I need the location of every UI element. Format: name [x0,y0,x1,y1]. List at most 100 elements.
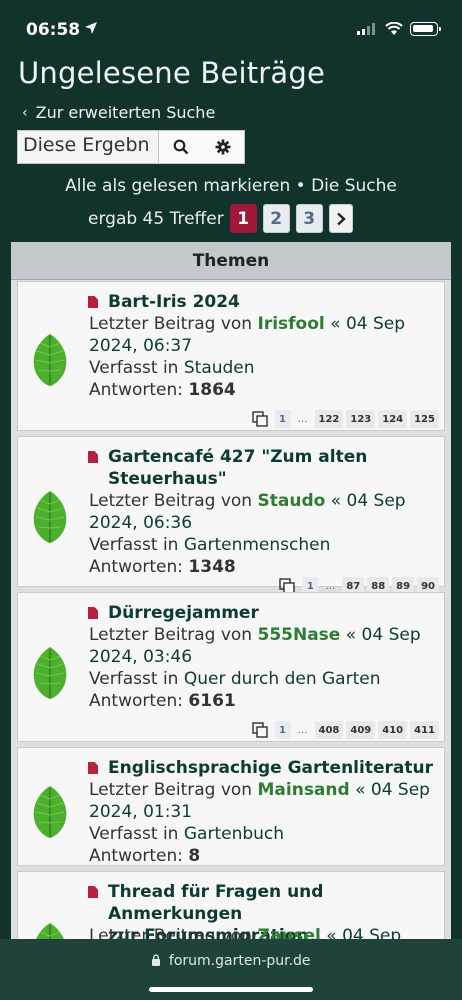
result-text-part1: Die Suche [311,176,397,196]
last-post-prefix: Letzter Beitrag von [89,314,253,334]
document-icon [88,607,98,619]
last-post-prefix: Letzter Beitrag von [89,780,253,800]
cellular-signal-icon [357,23,375,35]
topic-page-link[interactable]: 409 [346,721,376,739]
search-icon [173,139,188,155]
topic-row[interactable]: Dürregejammer Letzter Beitrag von 555Nase… [17,592,445,742]
document-icon [88,296,98,308]
search-box: Diese Ergebn [17,130,245,164]
topic-page-link[interactable]: 1 [274,410,291,428]
document-icon [88,451,98,463]
replies-label: Antworten: [89,380,183,400]
url-bar[interactable]: forum.garten-pur.de [0,953,462,969]
forum-link[interactable]: Stauden [184,358,255,378]
topic-pagination: 1 … 122 123 124 125 [251,410,439,428]
topic-meta: Letzter Beitrag von Staudo « 04 Sep 2024,… [89,490,439,578]
forum-prefix: Verfasst in [89,358,179,378]
page-title: Ungelesene Beiträge [18,56,326,90]
leaf-icon [33,491,67,543]
status-bar: 06:58 [0,0,462,54]
next-page-button[interactable] [328,204,353,233]
replies-label: Antworten: [89,557,183,577]
document-icon [88,762,98,774]
page-button-1[interactable]: 1 [229,204,257,233]
forum-prefix: Verfasst in [89,669,179,689]
battery-icon [410,22,441,36]
topic-page-link[interactable]: 122 [314,410,344,428]
leaf-icon [33,786,67,838]
replies-label: Antworten: [89,691,183,711]
leaf-icon [33,334,67,386]
forum-prefix: Verfasst in [89,535,179,555]
last-post-user-link[interactable]: Mainsand [258,780,350,800]
topic-page-link[interactable]: 1 [274,721,291,739]
topic-meta: Letzter Beitrag von Irisfool « 04 Sep 202… [89,313,439,401]
topic-row[interactable]: Thread für Fragen und Anmerkungen zur For… [17,871,445,942]
lock-icon [152,954,161,966]
forum-prefix: Verfasst in [89,824,179,844]
topic-page-link[interactable]: 125 [410,410,439,428]
topic-row[interactable]: Bart-Iris 2024 Letzter Beitrag von Irisfo… [17,281,445,431]
chevron-right-icon [336,212,346,225]
topic-row[interactable]: Gartencafé 427 "Zum alten Steuerhaus" Letz… [17,436,445,595]
pagination-ellipsis: … [297,413,308,425]
last-post-prefix: Letzter Beitrag von [89,625,253,645]
topic-page-link[interactable]: 408 [314,721,344,739]
result-pagination-row: ergab 45 Treffer 1 2 3 [88,204,353,233]
status-time: 06:58 [26,20,81,40]
topic-title: Dürregejammer [108,603,259,623]
page-button-3[interactable]: 3 [295,204,323,233]
forum-link[interactable]: Gartenmenschen [184,535,330,555]
location-arrow-icon [85,22,97,34]
replies-count: 8 [188,846,201,866]
replies-count: 1864 [188,380,236,400]
copy-icon [251,722,268,738]
separator-bullet: • [295,176,306,196]
topic-pagination: 1 … 408 409 410 411 [251,721,439,739]
pagination-ellipsis: … [297,724,308,736]
replies-label: Antworten: [89,846,183,866]
copy-icon [251,411,268,427]
topic-title: Englischsprachige Gartenliteratur [108,758,433,778]
search-actions: Alle als gelesen markieren • Die Suche [0,175,462,197]
last-post-user-link[interactable]: 555Nase [258,625,341,645]
topic-list: Themen Bart-Iris 2024 Letzter Beitrag von… [11,242,451,942]
topic-title-link[interactable]: Bart-Iris 2024 [88,291,240,313]
topic-meta: Letzter Beitrag von Mainsand « 04 Sep 202… [89,779,439,867]
advanced-search-button[interactable] [202,130,245,164]
result-count-text: ergab 45 Treffer [88,208,224,229]
replies-count: 6161 [188,691,236,711]
topic-row[interactable]: Englischsprachige Gartenliteratur Letzter… [17,747,445,866]
chevron-left-icon: ‹ [22,104,28,121]
page-button-2[interactable]: 2 [262,204,290,233]
topic-title: Gartencafé 427 "Zum alten Steuerhaus" [108,447,368,489]
search-button[interactable] [159,130,202,164]
topic-meta: Letzter Beitrag von 555Nase « 04 Sep 2024… [89,624,439,712]
last-post-prefix: Letzter Beitrag von [89,491,253,511]
mark-all-read-link[interactable]: Alle als gelesen markieren [65,176,290,196]
back-link-label: Zur erweiterten Suche [35,103,216,122]
gear-icon [215,139,231,155]
leaf-icon [33,647,67,699]
topic-page-link[interactable]: 123 [346,410,376,428]
replies-count: 1348 [188,557,236,577]
topic-title-link[interactable]: Dürregejammer [88,602,259,624]
document-icon [88,886,98,898]
last-post-user-link[interactable]: Irisfool [258,314,325,334]
search-input[interactable]: Diese Ergebn [17,130,159,164]
list-header: Themen [11,242,451,280]
home-indicator[interactable] [149,987,313,992]
forum-link[interactable]: Quer durch den Garten [184,669,381,689]
topic-page-link[interactable]: 411 [410,721,439,739]
topic-page-link[interactable]: 124 [378,410,408,428]
wifi-icon [385,22,403,35]
url-text: forum.garten-pur.de [168,953,311,969]
browser-bottom-bar: forum.garten-pur.de [0,939,462,1000]
back-to-advanced-search-link[interactable]: ‹ Zur erweiterten Suche [22,103,215,122]
last-post-user-link[interactable]: Staudo [258,491,326,511]
topic-page-link[interactable]: 410 [378,721,408,739]
forum-link[interactable]: Gartenbuch [184,824,284,844]
topic-title-link[interactable]: Gartencafé 427 "Zum alten Steuerhaus" [88,446,367,490]
pagination-ellipsis: … [325,580,336,592]
topic-title-link[interactable]: Englischsprachige Gartenliteratur [88,757,433,779]
